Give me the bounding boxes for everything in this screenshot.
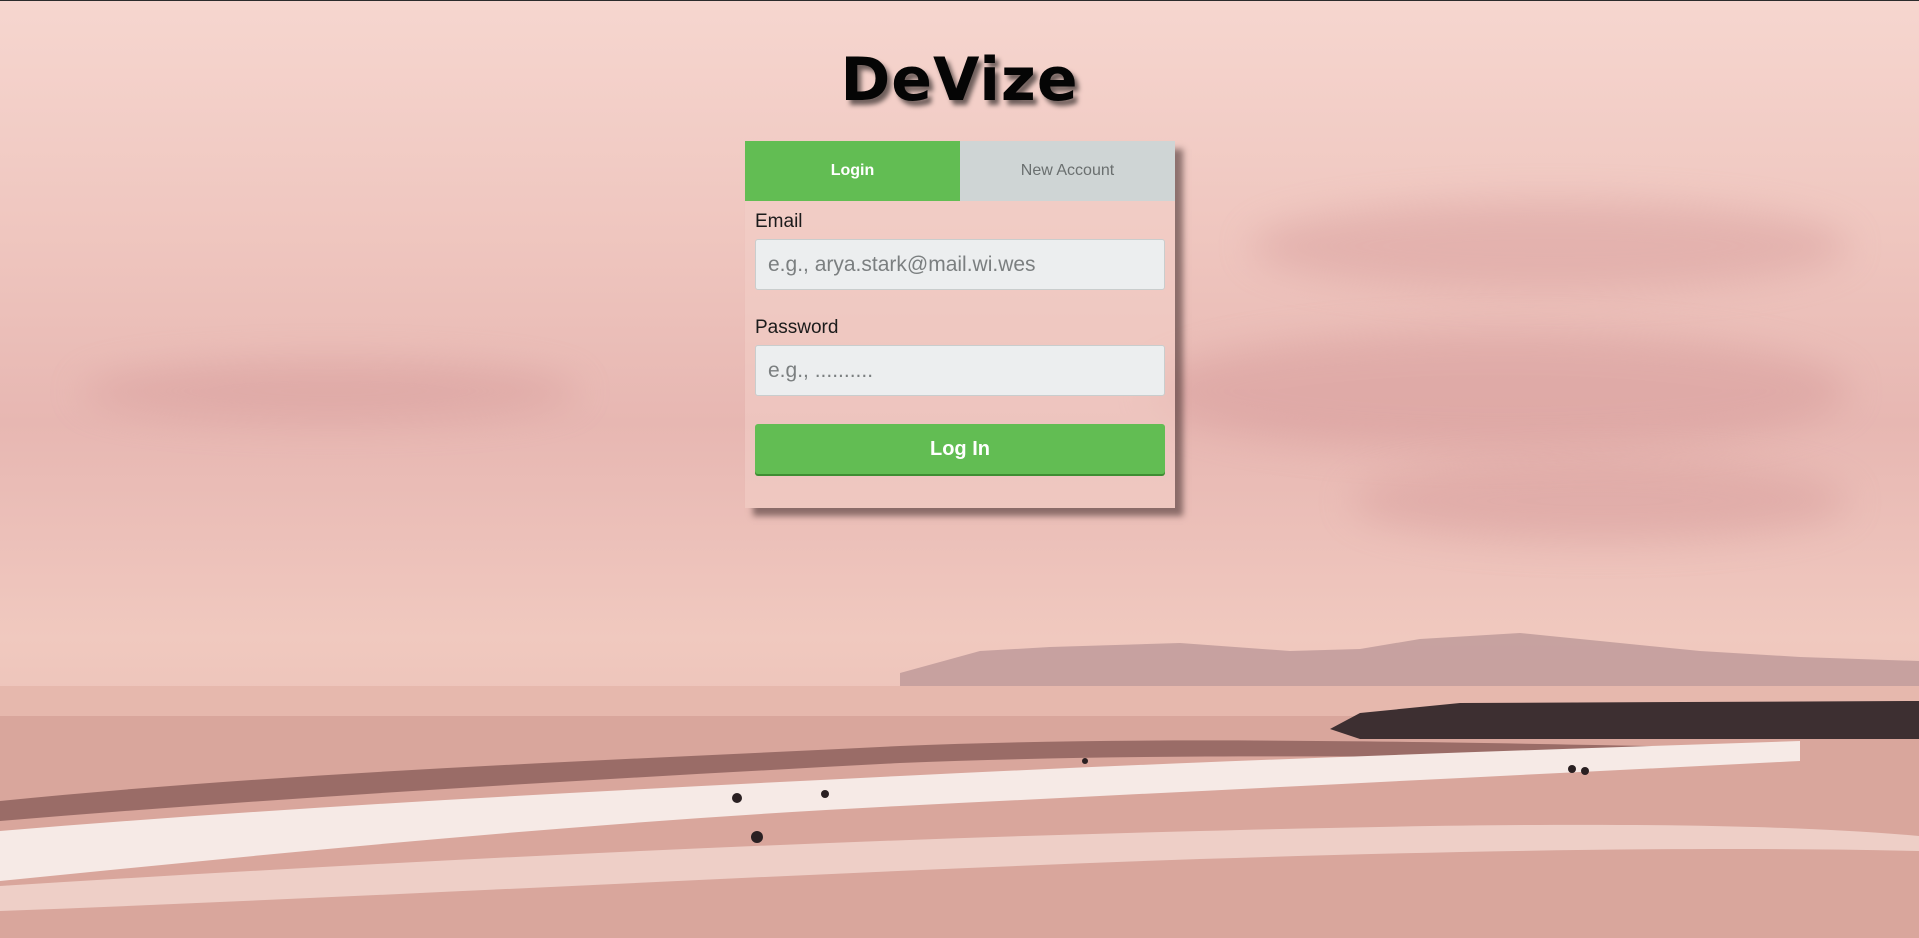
password-label: Password [755,317,839,338]
login-page: DeVize Login New Account Email Password … [0,0,1919,938]
app-logo: DeVize [840,45,1079,115]
log-in-button[interactable]: Log In [755,424,1165,474]
tab-new-account[interactable]: New Account [960,141,1175,201]
email-field[interactable] [755,239,1165,290]
tab-login[interactable]: Login [745,141,960,201]
login-form: Email Password Log In [745,201,1175,474]
password-field[interactable] [755,345,1165,396]
email-label: Email [755,211,803,232]
auth-tabs: Login New Account [745,141,1175,201]
login-card: Login New Account Email Password Log In [745,141,1175,508]
